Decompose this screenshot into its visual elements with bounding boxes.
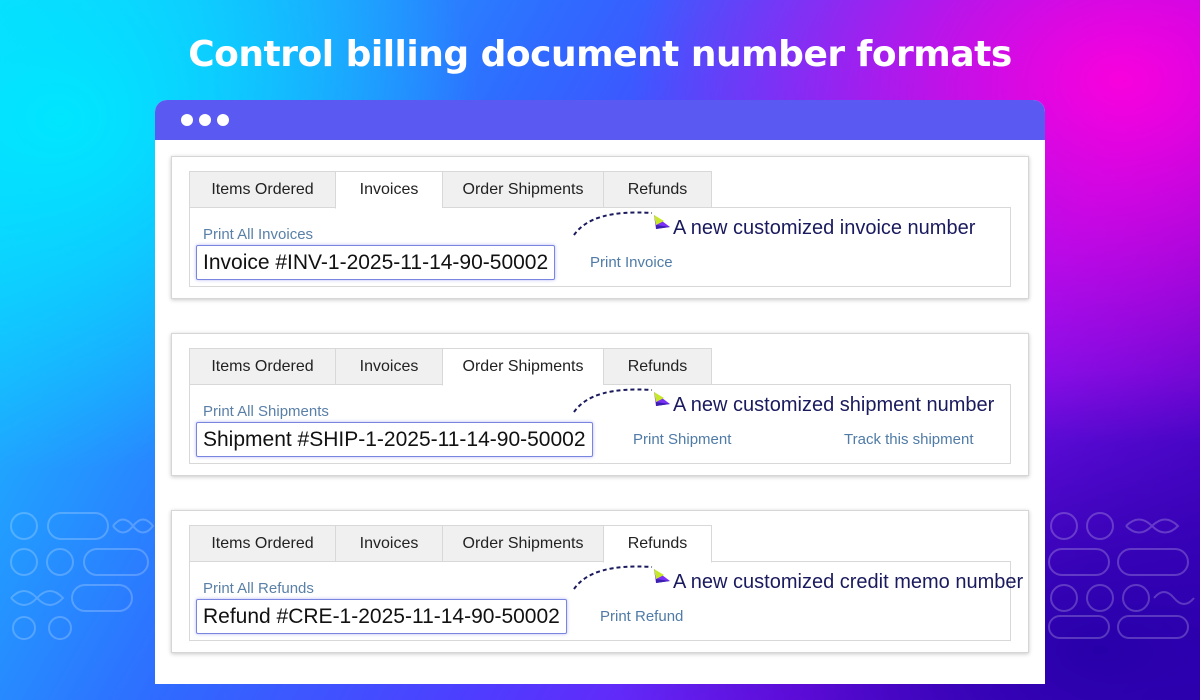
decorative-pattern-icon — [1048, 512, 1195, 639]
tab-order-shipments[interactable]: Order Shipments — [442, 525, 603, 562]
refund-card: Items Ordered Invoices Order Shipments R… — [171, 510, 1029, 653]
invoice-card: Items Ordered Invoices Order Shipments R… — [171, 156, 1029, 299]
refund-number-field: Refund #CRE-1-2025-11-14-90-50002 — [196, 599, 567, 634]
window-dot-icon — [217, 114, 229, 126]
shipment-card: Items Ordered Invoices Order Shipments R… — [171, 333, 1029, 476]
tab-invoices[interactable]: Invoices — [335, 171, 442, 209]
tab-bar: Items Ordered Invoices Order Shipments R… — [189, 171, 712, 209]
invoice-callout-text: A new customized invoice number — [673, 217, 976, 239]
shipment-callout-text: A new customized shipment number — [673, 394, 995, 416]
tab-refunds[interactable]: Refunds — [603, 525, 712, 563]
refund-callout-text: A new customized credit memo number — [673, 571, 1024, 593]
tab-order-shipments[interactable]: Order Shipments — [442, 171, 603, 208]
callout-dashed-line — [573, 211, 653, 236]
callout-dashed-line — [573, 565, 653, 590]
print-refund-link[interactable]: Print Refund — [600, 608, 683, 625]
tab-bar: Items Ordered Invoices Order Shipments R… — [189, 525, 712, 563]
window-dot-icon — [181, 114, 193, 126]
tab-refunds[interactable]: Refunds — [603, 348, 712, 385]
callout-arrow-icon — [654, 569, 670, 583]
tab-bar: Items Ordered Invoices Order Shipments R… — [189, 348, 712, 386]
window-dot-icon — [199, 114, 211, 126]
tab-refunds[interactable]: Refunds — [603, 171, 712, 208]
print-shipment-link[interactable]: Print Shipment — [633, 431, 731, 448]
track-shipment-link[interactable]: Track this shipment — [844, 431, 974, 448]
tab-items-ordered[interactable]: Items Ordered — [189, 525, 335, 562]
tab-invoices[interactable]: Invoices — [335, 525, 442, 562]
print-all-invoices-link[interactable]: Print All Invoices — [203, 226, 313, 243]
tab-order-shipments[interactable]: Order Shipments — [442, 348, 603, 386]
tab-items-ordered[interactable]: Items Ordered — [189, 171, 335, 208]
invoice-number-field: Invoice #INV-1-2025-11-14-90-50002 — [196, 245, 556, 280]
print-all-shipments-link[interactable]: Print All Shipments — [203, 403, 329, 420]
tab-items-ordered[interactable]: Items Ordered — [189, 348, 335, 385]
browser-window: Items Ordered Invoices Order Shipments R… — [155, 100, 1045, 684]
tab-invoices[interactable]: Invoices — [335, 348, 442, 385]
callout-arrow-icon — [654, 215, 670, 229]
decorative-pattern-icon — [10, 512, 155, 640]
callout-dashed-line — [573, 388, 653, 413]
browser-titlebar — [155, 100, 1045, 140]
print-invoice-link[interactable]: Print Invoice — [590, 254, 673, 271]
page-headline: Control billing document number formats — [188, 34, 1012, 75]
print-all-refunds-link[interactable]: Print All Refunds — [203, 580, 314, 597]
callout-arrow-icon — [654, 392, 670, 406]
shipment-number-field: Shipment #SHIP-1-2025-11-14-90-50002 — [196, 422, 593, 457]
